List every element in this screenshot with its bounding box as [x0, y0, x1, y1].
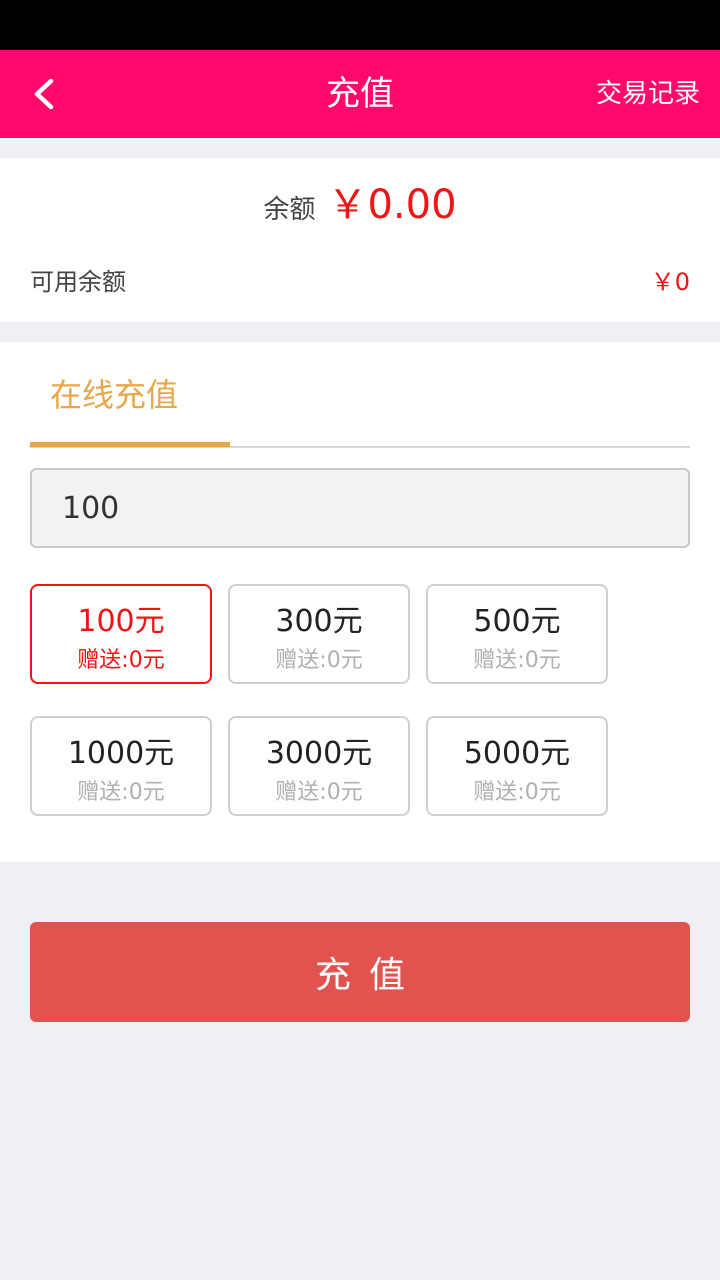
- option-bonus: 赠送:0元: [275, 648, 363, 673]
- amount-option-3000[interactable]: 3000元 赠送:0元: [228, 716, 410, 816]
- back-button[interactable]: [18, 68, 70, 120]
- option-amount: 300元: [275, 604, 363, 639]
- amount-option-5000[interactable]: 5000元 赠送:0元: [426, 716, 608, 816]
- option-bonus: 赠送:0元: [473, 780, 561, 805]
- transaction-history-link[interactable]: 交易记录: [596, 50, 700, 138]
- option-amount: 1000元: [67, 736, 175, 771]
- balance-card: 余额 ￥0.00 可用余额 ￥0: [0, 158, 720, 322]
- option-bonus: 赠送:0元: [77, 648, 165, 673]
- chevron-left-icon: [34, 78, 54, 110]
- available-balance-label: 可用余额: [30, 268, 126, 296]
- balance-row: 余额 ￥0.00: [0, 172, 720, 232]
- recharge-card: 在线充值 100元 赠送:0元 300元 赠送:0元 500元 赠送:0元 10…: [0, 342, 720, 862]
- amount-option-500[interactable]: 500元 赠送:0元: [426, 584, 608, 684]
- option-amount: 100元: [77, 604, 165, 639]
- option-amount: 500元: [473, 604, 561, 639]
- balance-value: ￥0.00: [327, 182, 457, 228]
- tab-indicator: [30, 442, 230, 447]
- option-bonus: 赠送:0元: [77, 780, 165, 805]
- app-bar: 充值 交易记录: [0, 50, 720, 138]
- recharge-submit-button[interactable]: 充值: [30, 922, 690, 1022]
- amount-option-1000[interactable]: 1000元 赠送:0元: [30, 716, 212, 816]
- amount-option-100[interactable]: 100元 赠送:0元: [30, 584, 212, 684]
- option-bonus: 赠送:0元: [473, 648, 561, 673]
- option-bonus: 赠送:0元: [275, 780, 363, 805]
- amount-option-300[interactable]: 300元 赠送:0元: [228, 584, 410, 684]
- amount-input[interactable]: [30, 468, 690, 548]
- status-bar: [0, 0, 720, 50]
- option-amount: 5000元: [463, 736, 571, 771]
- option-amount: 3000元: [265, 736, 373, 771]
- available-balance-value: ￥0: [650, 268, 690, 296]
- tab-online-recharge[interactable]: 在线充值: [50, 370, 178, 416]
- balance-label: 余额: [263, 195, 316, 225]
